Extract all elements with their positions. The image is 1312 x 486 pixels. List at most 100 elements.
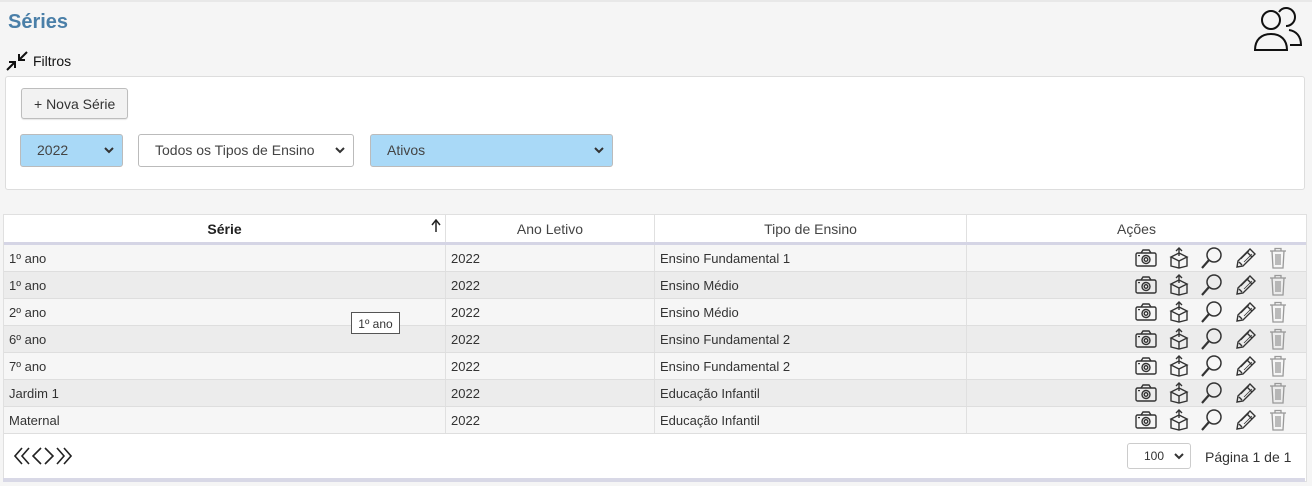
- year-select-value: 2022: [37, 142, 69, 158]
- search-icon[interactable]: [1201, 328, 1223, 350]
- search-icon[interactable]: [1201, 274, 1223, 296]
- camera-icon[interactable]: [1135, 384, 1157, 402]
- trash-icon[interactable]: [1269, 382, 1287, 404]
- pencil-icon[interactable]: [1235, 409, 1257, 431]
- trash-icon[interactable]: [1269, 355, 1287, 377]
- search-icon[interactable]: [1201, 409, 1223, 431]
- column-header-acoes: Ações: [966, 215, 1306, 245]
- cell-serie: Maternal: [4, 406, 446, 434]
- cell-tipo-ensino: Ensino Fundamental 2: [654, 352, 967, 380]
- table-row[interactable]: 1º ano 2022 Ensino Fundamental 1: [4, 243, 1306, 272]
- teaching-type-select[interactable]: Todos os Tipos de Ensino: [138, 134, 354, 167]
- table-row[interactable]: 7º ano 2022 Ensino Fundamental 2: [4, 352, 1306, 380]
- chevron-down-icon: [1174, 453, 1184, 460]
- camera-icon[interactable]: [1135, 357, 1157, 375]
- chevron-down-icon: [594, 147, 604, 154]
- search-icon[interactable]: [1201, 382, 1223, 404]
- cell-acoes: [966, 271, 1306, 299]
- camera-icon[interactable]: [1135, 303, 1157, 321]
- cell-tipo-ensino: Ensino Fundamental 1: [654, 243, 967, 272]
- box-icon[interactable]: [1169, 274, 1189, 296]
- trash-icon[interactable]: [1269, 301, 1287, 323]
- search-icon[interactable]: [1201, 247, 1223, 269]
- column-header-serie[interactable]: Série: [4, 215, 446, 245]
- pencil-icon[interactable]: [1235, 355, 1257, 377]
- camera-icon[interactable]: [1135, 411, 1157, 429]
- cell-serie: Jardim 1: [4, 379, 446, 407]
- column-header-ano-letivo[interactable]: Ano Letivo: [445, 215, 655, 245]
- pagination-nav: [14, 446, 72, 466]
- table-row[interactable]: 2º ano 2022 Ensino Médio: [4, 298, 1306, 326]
- year-select[interactable]: 2022: [20, 134, 123, 167]
- cell-tipo-ensino: Ensino Médio: [654, 271, 967, 299]
- cell-tipo-ensino: Ensino Fundamental 2: [654, 325, 967, 353]
- cell-ano-letivo: 2022: [445, 243, 655, 272]
- pencil-icon[interactable]: [1235, 247, 1257, 269]
- chevron-down-icon: [335, 147, 345, 154]
- filters-toggle-label: Filtros: [33, 53, 72, 69]
- new-serie-button[interactable]: + Nova Série: [21, 88, 129, 119]
- cell-ano-letivo: 2022: [445, 325, 655, 353]
- users-icon[interactable]: [1252, 4, 1304, 56]
- search-icon[interactable]: [1201, 355, 1223, 377]
- cell-tipo-ensino: Educação Infantil: [654, 379, 967, 407]
- previous-page-icon[interactable]: [32, 446, 42, 466]
- search-icon[interactable]: [1201, 301, 1223, 323]
- pencil-icon[interactable]: [1235, 382, 1257, 404]
- table-row[interactable]: 1º ano 2022 Ensino Médio: [4, 271, 1306, 299]
- cell-acoes: [966, 352, 1306, 380]
- cell-acoes: [966, 325, 1306, 353]
- trash-icon[interactable]: [1269, 274, 1287, 296]
- box-icon[interactable]: [1169, 382, 1189, 404]
- filters-toggle[interactable]: Filtros: [6, 51, 71, 71]
- cell-acoes: [966, 298, 1306, 326]
- pencil-icon[interactable]: [1235, 274, 1257, 296]
- cell-ano-letivo: 2022: [445, 406, 655, 434]
- first-page-icon[interactable]: [14, 446, 30, 466]
- next-page-icon[interactable]: [44, 446, 54, 466]
- table-row[interactable]: 6º ano 2022 Ensino Fundamental 2: [4, 325, 1306, 353]
- cell-ano-letivo: 2022: [445, 379, 655, 407]
- status-select[interactable]: Ativos: [370, 134, 613, 167]
- chevron-down-icon: [104, 147, 114, 154]
- cell-acoes: [966, 406, 1306, 434]
- table-row[interactable]: Jardim 1 2022 Educação Infantil: [4, 379, 1306, 407]
- trash-icon[interactable]: [1269, 409, 1287, 431]
- box-icon[interactable]: [1169, 355, 1189, 377]
- trash-icon[interactable]: [1269, 247, 1287, 269]
- cell-serie: 1º ano: [4, 271, 446, 299]
- cell-serie: 7º ano: [4, 352, 446, 380]
- page-title: Séries: [8, 11, 69, 33]
- cell-acoes: [966, 379, 1306, 407]
- cell-ano-letivo: 2022: [445, 352, 655, 380]
- cell-acoes: [966, 243, 1306, 272]
- pencil-icon[interactable]: [1235, 328, 1257, 350]
- status-select-value: Ativos: [387, 142, 426, 158]
- box-icon[interactable]: [1169, 328, 1189, 350]
- sort-up-icon: [431, 219, 441, 232]
- table-bottom-border: [3, 478, 1305, 482]
- filters-panel: + Nova Série 2022 Todos os Tipos de Ensi…: [5, 76, 1305, 190]
- column-header-tipo-ensino[interactable]: Tipo de Ensino: [654, 215, 967, 245]
- pencil-icon[interactable]: [1235, 301, 1257, 323]
- page-size-select[interactable]: 100: [1127, 443, 1191, 469]
- box-icon[interactable]: [1169, 301, 1189, 323]
- collapse-icon: [6, 51, 28, 71]
- top-border: [0, 0, 1312, 2]
- last-page-icon[interactable]: [56, 446, 72, 466]
- camera-icon[interactable]: [1135, 249, 1157, 267]
- cell-tipo-ensino: Ensino Médio: [654, 298, 967, 326]
- series-table: Série Ano Letivo Tipo de Ensino Ações 1º…: [3, 214, 1307, 482]
- camera-icon[interactable]: [1135, 276, 1157, 294]
- trash-icon[interactable]: [1269, 328, 1287, 350]
- cell-ano-letivo: 2022: [445, 271, 655, 299]
- table-row[interactable]: Maternal 2022 Educação Infantil: [4, 406, 1306, 434]
- box-icon[interactable]: [1169, 409, 1189, 431]
- page-info: Página 1 de 1: [1205, 449, 1292, 465]
- page-size-value: 100: [1144, 449, 1165, 463]
- cell-tipo-ensino: Educação Infantil: [654, 406, 967, 434]
- teaching-type-select-value: Todos os Tipos de Ensino: [155, 142, 315, 158]
- cell-ano-letivo: 2022: [445, 298, 655, 326]
- box-icon[interactable]: [1169, 247, 1189, 269]
- camera-icon[interactable]: [1135, 330, 1157, 348]
